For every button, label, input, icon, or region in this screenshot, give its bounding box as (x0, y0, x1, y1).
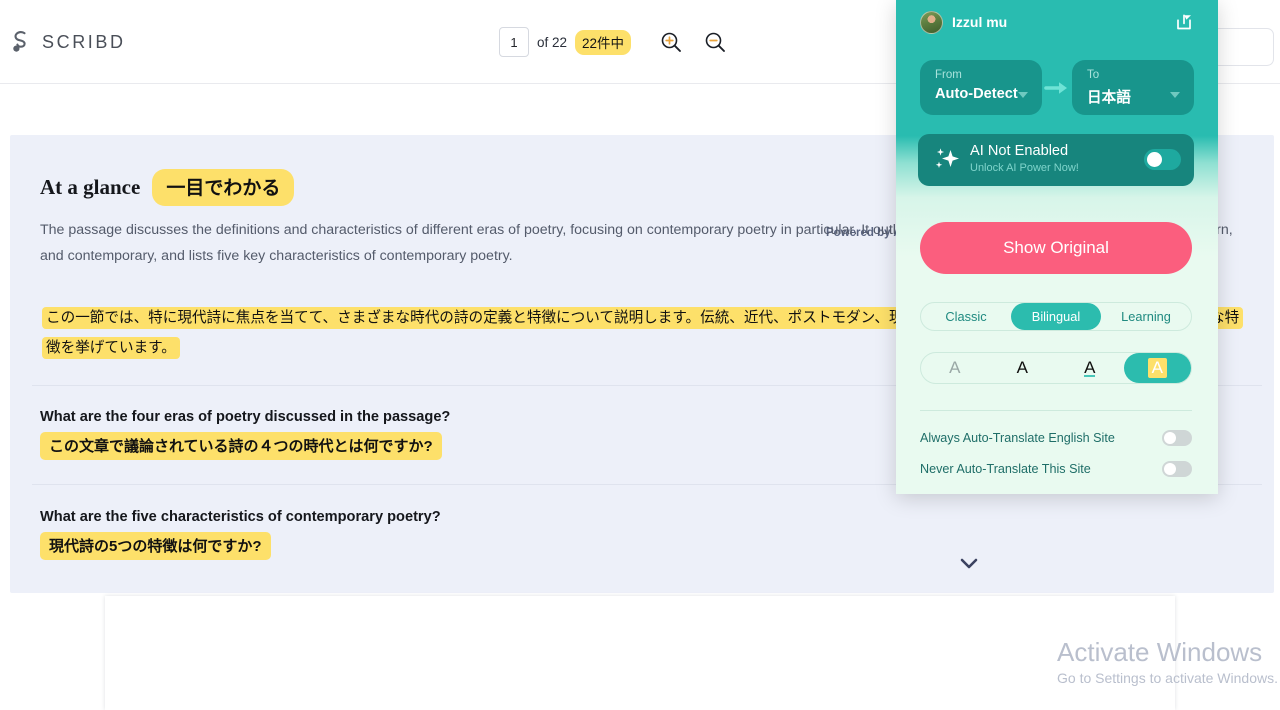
brand-logo[interactable]: SCRIBD (10, 30, 126, 54)
chevron-down-icon[interactable] (956, 555, 982, 573)
style-underline-option[interactable]: A (1056, 353, 1124, 383)
always-auto-translate-toggle[interactable] (1162, 430, 1192, 446)
option-never-auto-translate[interactable]: Never Auto-Translate This Site (920, 458, 1192, 480)
tab-classic[interactable]: Classic (921, 303, 1011, 330)
glance-title-translated: 一目でわかる (152, 169, 295, 206)
question-original: What are the four eras of poetry discuss… (40, 409, 451, 425)
translation-style-selector: A A A A (920, 352, 1192, 384)
style-bold-option[interactable]: A (989, 353, 1057, 383)
question-original: What are the five characteristics of con… (40, 509, 441, 525)
ai-toggle-switch[interactable] (1144, 149, 1181, 170)
style-highlight-glyph: A (1147, 358, 1167, 378)
popup-divider (920, 410, 1192, 411)
page-navigation: of 22 22件中 (499, 27, 632, 57)
share-icon[interactable] (1174, 12, 1194, 32)
question-translated: 現代詩の5つの特徴は何ですか? (40, 532, 271, 560)
to-value: 日本語 (1087, 90, 1131, 106)
at-a-glance-heading: At a glance 一目でわかる (40, 169, 295, 206)
ai-status-subtitle: Unlock AI Power Now! (970, 162, 1079, 174)
style-highlight-option[interactable]: A (1123, 353, 1191, 383)
tab-bilingual[interactable]: Bilingual (1011, 303, 1101, 330)
show-original-button[interactable]: Show Original (920, 222, 1192, 274)
chevron-down-icon (1170, 92, 1180, 98)
never-auto-translate-toggle[interactable] (1162, 461, 1192, 477)
question-item: What are the five characteristics of con… (40, 509, 940, 560)
ai-status-title: AI Not Enabled (970, 143, 1069, 159)
translation-popup: Izzul mu From Auto-Detect To 日本語 AI Not … (896, 0, 1218, 494)
style-faded-option[interactable]: A (921, 353, 989, 383)
brand-name: SCRIBD (42, 31, 126, 52)
option-always-auto-translate[interactable]: Always Auto-Translate English Site (920, 427, 1192, 449)
from-label: From (935, 69, 962, 81)
source-language-dropdown[interactable]: From Auto-Detect (920, 60, 1042, 115)
zoom-out-icon[interactable] (701, 28, 729, 56)
option-label: Always Auto-Translate English Site (920, 431, 1115, 445)
avatar[interactable] (920, 11, 943, 34)
document-page (105, 596, 1175, 710)
user-name-label: Izzul mu (952, 14, 1008, 30)
zoom-controls (657, 28, 729, 56)
to-label: To (1087, 69, 1100, 81)
scribd-logo-icon (10, 30, 32, 54)
option-label: Never Auto-Translate This Site (920, 462, 1091, 476)
ai-enable-card[interactable]: AI Not Enabled Unlock AI Power Now! (918, 134, 1194, 186)
page-total-translated: 22件中 (575, 29, 632, 55)
language-selector-row: From Auto-Detect To 日本語 (920, 60, 1194, 115)
question-item: What are the four eras of poetry discuss… (40, 409, 940, 460)
glance-title-original: At a glance (40, 175, 141, 199)
from-value: Auto-Detect (935, 86, 1018, 102)
tab-learning[interactable]: Learning (1101, 303, 1191, 330)
translation-mode-tabs: Classic Bilingual Learning (920, 302, 1192, 331)
arrow-right-icon (1042, 80, 1072, 96)
question-translated: この文章で議論されている詩の４つの時代とは何ですか? (40, 432, 442, 460)
sparkle-icon (932, 145, 962, 175)
page-number-input[interactable] (499, 27, 529, 57)
page-total-label: of 22 (537, 34, 568, 50)
chevron-down-icon (1018, 92, 1028, 98)
target-language-dropdown[interactable]: To 日本語 (1072, 60, 1194, 115)
zoom-in-icon[interactable] (657, 28, 685, 56)
popup-header: Izzul mu (896, 0, 1218, 44)
